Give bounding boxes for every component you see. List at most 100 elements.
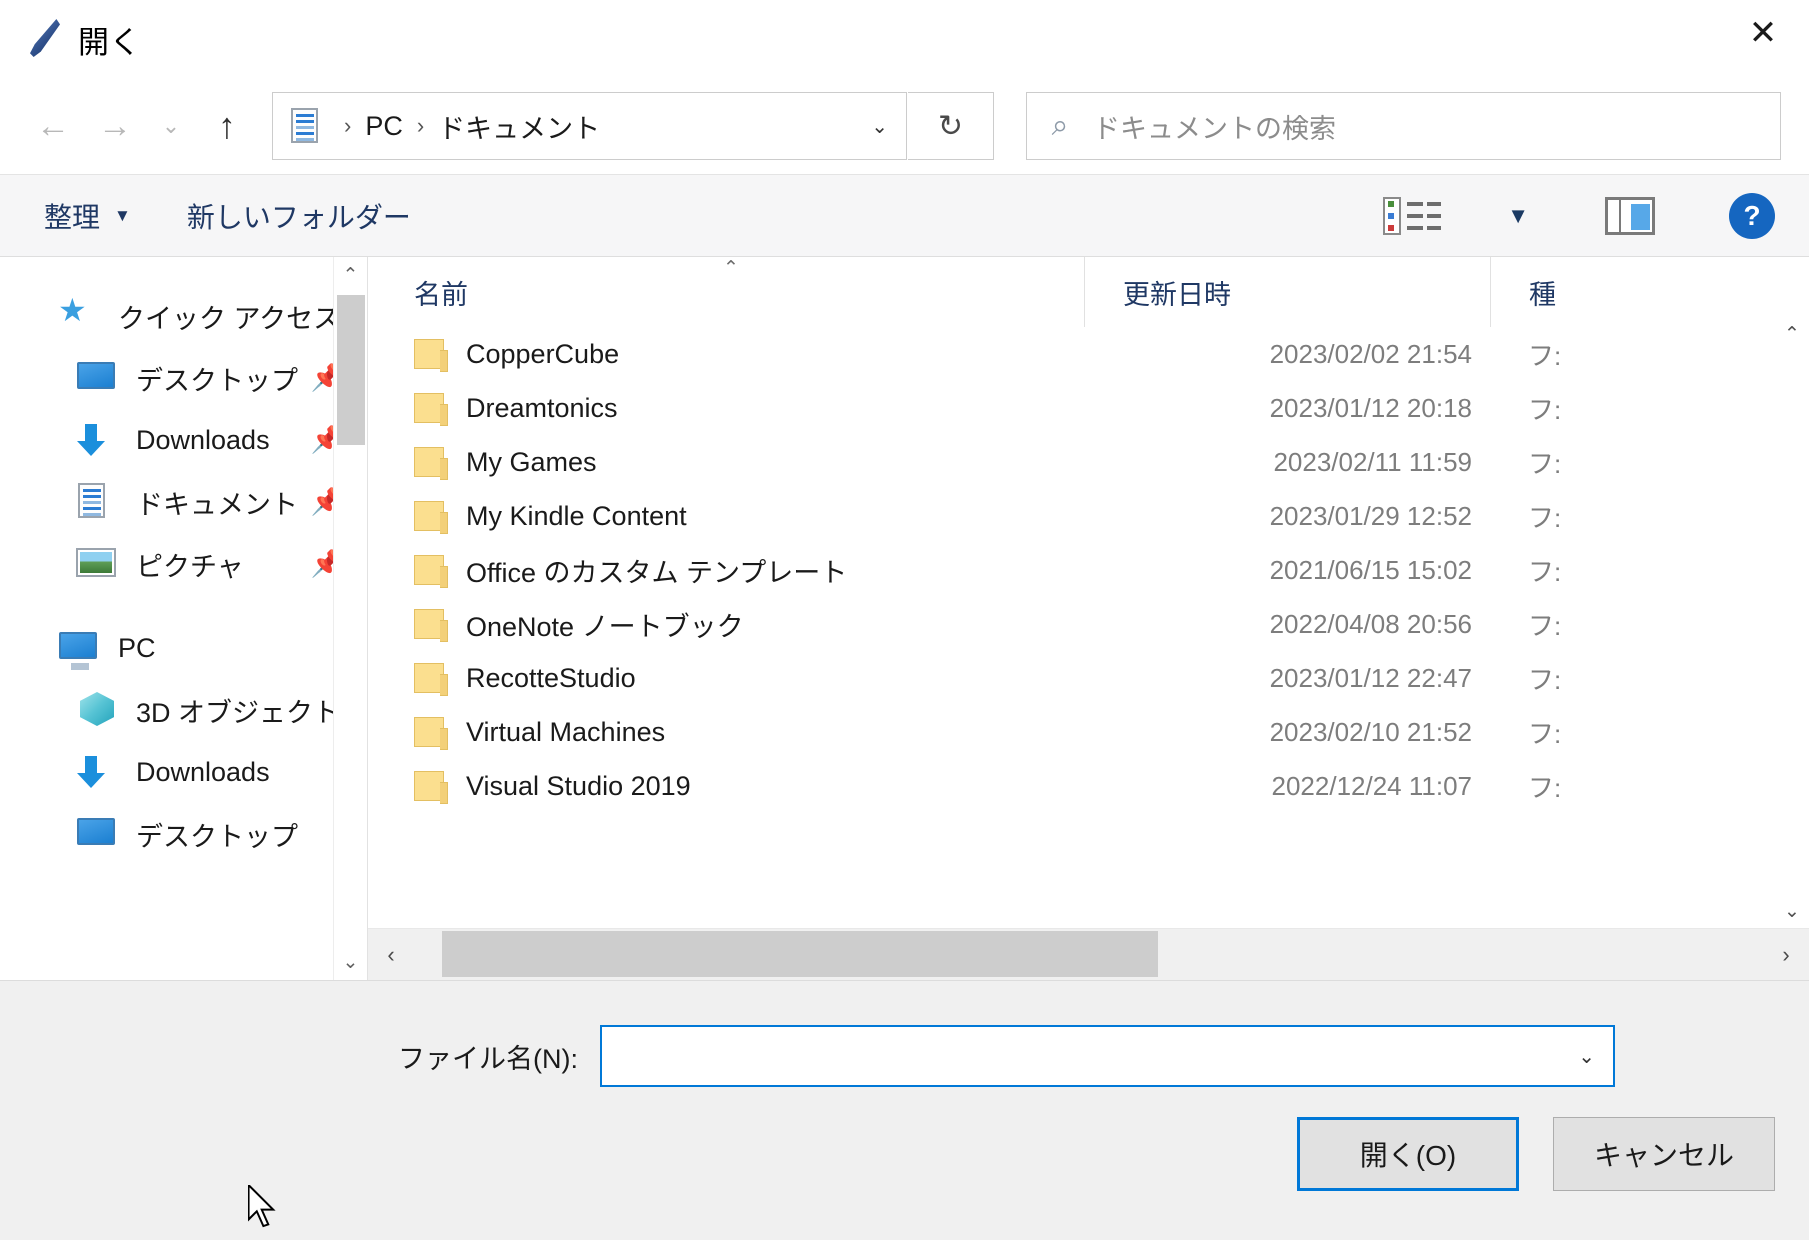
- file-name: Office のカスタム テンプレート: [466, 557, 848, 588]
- open-button[interactable]: 開く(O): [1297, 1117, 1519, 1191]
- sidebar-label: Downloads: [136, 756, 270, 787]
- folder-icon: [414, 393, 448, 426]
- close-icon[interactable]: ✕: [1717, 0, 1809, 66]
- breadcrumb-item-documents[interactable]: ドキュメント: [438, 107, 600, 146]
- hscroll-track[interactable]: [414, 929, 1763, 981]
- navigation-bar: ← → ⌄ ↑ › PC › ドキュメント ⌄ ↻ ⌕ ドキュメントの検索: [0, 78, 1809, 174]
- sidebar-item-pc-downloads[interactable]: Downloads: [0, 741, 367, 803]
- file-name: OneNote ノートブック: [466, 611, 744, 642]
- recent-locations-button[interactable]: ⌄: [146, 95, 196, 157]
- table-row[interactable]: Visual Studio 2019 2022/12/24 11:07 フ:: [368, 759, 1809, 813]
- sidebar-scrollbar[interactable]: ⌃ ⌄: [333, 257, 367, 980]
- back-button[interactable]: ←: [22, 95, 84, 157]
- chevron-down-icon[interactable]: ⌄: [1578, 1044, 1595, 1069]
- table-row[interactable]: RecotteStudio 2023/01/12 22:47 フ:: [368, 651, 1809, 705]
- row-name-cell: My Kindle Content: [368, 501, 1084, 534]
- folder-icon: [414, 609, 448, 642]
- sidebar-item-quick-access[interactable]: ★ クイック アクセス: [0, 285, 367, 347]
- scroll-left-icon[interactable]: ‹: [368, 929, 414, 981]
- sidebar-item-3d-objects[interactable]: 3D オブジェクト: [0, 679, 367, 741]
- file-list-scrollbar[interactable]: ⌃ ⌄: [1775, 317, 1809, 928]
- refresh-button[interactable]: ↻: [908, 92, 994, 160]
- horizontal-scrollbar[interactable]: ‹ ›: [368, 928, 1809, 980]
- pc-icon: [56, 628, 102, 670]
- row-name-cell: OneNote ノートブック: [368, 605, 1084, 644]
- documents-icon: [74, 482, 120, 522]
- scroll-up-icon[interactable]: ⌃: [334, 257, 368, 293]
- column-header-type-label: 種: [1529, 279, 1556, 310]
- file-date: 2022/04/08 20:56: [1269, 608, 1472, 639]
- file-date: 2023/01/12 20:18: [1269, 392, 1472, 423]
- table-row[interactable]: My Kindle Content 2023/01/29 12:52 フ:: [368, 489, 1809, 543]
- filename-label: ファイル名(N):: [398, 1043, 578, 1074]
- view-options-caret-icon[interactable]: ▼: [1507, 203, 1529, 229]
- row-name-cell: Office のカスタム テンプレート: [368, 551, 1084, 590]
- table-row[interactable]: CopperCube 2023/02/02 21:54 フ:: [368, 327, 1809, 381]
- sidebar-item-pc-desktop[interactable]: デスクトップ: [0, 803, 367, 865]
- title-bar: 開く ✕: [0, 0, 1809, 78]
- sidebar-item-downloads[interactable]: Downloads 📌: [0, 409, 367, 471]
- file-name: RecotteStudio: [466, 662, 636, 693]
- file-type: フ:: [1528, 394, 1562, 425]
- column-header-type[interactable]: 種: [1490, 257, 1809, 327]
- desktop-icon: [74, 358, 120, 398]
- row-name-cell: CopperCube: [368, 339, 1084, 372]
- scroll-down-icon[interactable]: ⌄: [334, 944, 368, 980]
- file-rows: CopperCube 2023/02/02 21:54 フ: Dreamtoni…: [368, 327, 1809, 980]
- row-name-cell: Dreamtonics: [368, 393, 1084, 426]
- pictures-icon: [74, 544, 120, 584]
- table-row[interactable]: OneNote ノートブック 2022/04/08 20:56 フ:: [368, 597, 1809, 651]
- sidebar-item-documents[interactable]: ドキュメント 📌: [0, 471, 367, 533]
- chevron-down-icon[interactable]: ⌄: [871, 114, 888, 139]
- sidebar-item-desktop[interactable]: デスクトップ 📌: [0, 347, 367, 409]
- new-folder-button[interactable]: 新しいフォルダー: [187, 196, 411, 236]
- button-row: 開く(O) キャンセル: [0, 1087, 1809, 1191]
- column-header-name-label: 名前: [414, 279, 468, 310]
- file-date: 2021/06/15 15:02: [1269, 554, 1472, 585]
- row-name-cell: Visual Studio 2019: [368, 771, 1084, 804]
- scroll-down-icon[interactable]: ⌄: [1784, 894, 1800, 928]
- hscroll-thumb[interactable]: [442, 930, 1158, 977]
- row-name-cell: My Games: [368, 447, 1084, 480]
- organize-button[interactable]: 整理 ▼: [44, 196, 131, 236]
- help-button[interactable]: ?: [1729, 192, 1775, 239]
- command-toolbar: 整理 ▼ 新しいフォルダー ▼ ?: [0, 174, 1809, 256]
- folder-icon: [414, 717, 448, 750]
- sidebar-item-pictures[interactable]: ピクチャ 📌: [0, 533, 367, 595]
- breadcrumb-item-pc[interactable]: PC: [365, 111, 403, 142]
- breadcrumb-separator-1: ›: [416, 113, 425, 138]
- scroll-up-icon[interactable]: ⌃: [1784, 317, 1800, 351]
- sort-ascending-icon: ⌃: [723, 258, 739, 279]
- view-options-icon[interactable]: [1383, 196, 1442, 235]
- sidebar-label: デスクトップ: [136, 821, 298, 852]
- table-row[interactable]: Office のカスタム テンプレート 2021/06/15 15:02 フ:: [368, 543, 1809, 597]
- preview-pane-icon[interactable]: [1605, 196, 1655, 235]
- scroll-right-icon[interactable]: ›: [1763, 929, 1809, 981]
- forward-button[interactable]: →: [84, 95, 146, 157]
- table-row[interactable]: Virtual Machines 2023/02/10 21:52 フ:: [368, 705, 1809, 759]
- file-date: 2023/01/29 12:52: [1269, 500, 1472, 531]
- up-button[interactable]: ↑: [196, 95, 258, 157]
- filename-input[interactable]: ⌄: [600, 1025, 1615, 1087]
- sidebar-label: クイック アクセス: [118, 303, 341, 334]
- column-header-date[interactable]: 更新日時: [1084, 257, 1490, 327]
- table-row[interactable]: Dreamtonics 2023/01/12 20:18 フ:: [368, 381, 1809, 435]
- breadcrumb[interactable]: › PC › ドキュメント ⌄: [272, 92, 907, 160]
- organize-label: 整理: [44, 201, 101, 233]
- table-row[interactable]: My Games 2023/02/11 11:59 フ:: [368, 435, 1809, 489]
- column-header-name[interactable]: 名前 ⌃: [368, 257, 1084, 327]
- cancel-button[interactable]: キャンセル: [1553, 1117, 1775, 1191]
- help-icon: ?: [1729, 192, 1775, 239]
- scrollbar-thumb[interactable]: [337, 295, 365, 445]
- sidebar-item-pc[interactable]: PC: [0, 617, 367, 679]
- folder-icon: [414, 447, 448, 480]
- file-type: フ:: [1528, 340, 1562, 371]
- column-header-date-label: 更新日時: [1123, 279, 1231, 310]
- file-name: Virtual Machines: [466, 716, 666, 747]
- file-type: フ:: [1528, 556, 1562, 587]
- search-input[interactable]: ⌕ ドキュメントの検索: [1026, 92, 1781, 160]
- desktop-icon: [74, 814, 120, 854]
- file-date: 2023/02/02 21:54: [1269, 338, 1472, 369]
- navigation-pane: ★ クイック アクセス デスクトップ 📌 Downloads 📌 ドキュメント: [0, 257, 367, 980]
- toolbar-right-group: ▼ ?: [1383, 192, 1809, 239]
